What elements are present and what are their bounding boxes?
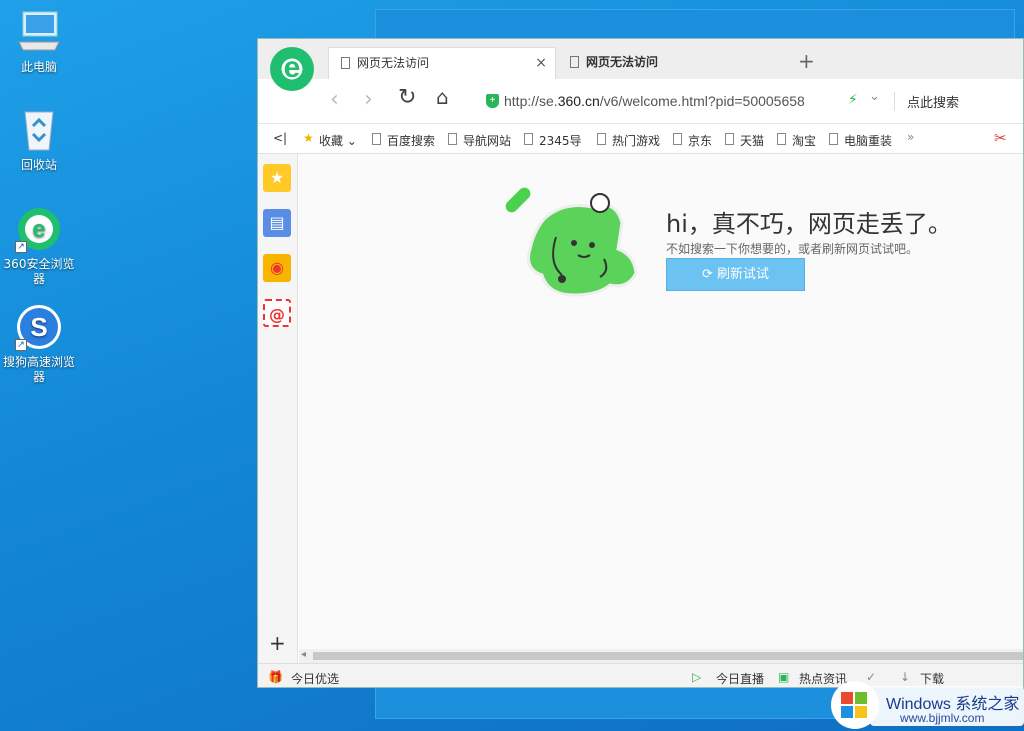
status-today-picks[interactable]: 今日优选 [291, 670, 339, 687]
chevron-down-icon[interactable]: ⌄ [869, 89, 880, 104]
home-button[interactable]: ⌂ [436, 85, 449, 109]
360-browser-logo-icon[interactable]: e [270, 47, 314, 91]
url-domain: 360.cn [557, 93, 600, 109]
status-live[interactable]: 今日直播 [716, 670, 764, 687]
play-icon: ▷ [692, 670, 702, 684]
favorite-label: 导航网站 [463, 134, 512, 148]
favorites-toggle[interactable]: <| [273, 131, 287, 145]
gift-icon: 🎁 [268, 670, 283, 684]
more-favorites-button[interactable]: » [907, 130, 914, 144]
page-icon [777, 133, 786, 145]
watermark: Windows 系统之家 www.bjjmlv.com [830, 678, 1024, 731]
refresh-icon: ⟳ [701, 267, 713, 282]
sidebar-add-button[interactable]: + [269, 631, 286, 655]
retry-button[interactable]: ⟳ 刷新试试 [666, 258, 805, 291]
favorite-label: 天猫 [740, 134, 765, 148]
favorite-item[interactable]: 京东 [673, 132, 712, 149]
page-icon [524, 133, 533, 145]
refresh-button[interactable]: ↻ [398, 85, 416, 110]
desktop-icon-recycle-bin[interactable]: 回收站 [1, 106, 77, 173]
desktop-icon-this-pc[interactable]: 此电脑 [1, 8, 77, 75]
tab-active[interactable]: 网页无法访问 × [328, 47, 556, 79]
close-tab-icon[interactable]: × [535, 48, 547, 78]
favorite-label: 京东 [688, 134, 713, 148]
favorites-menu[interactable]: ★ 收藏 ⌄ [303, 131, 357, 149]
tab-bar: e 网页无法访问 × 网页无法访问 + [258, 39, 1023, 91]
retry-label: 刷新试试 [717, 267, 770, 282]
favorite-item[interactable]: 天猫 [725, 132, 764, 149]
speed-mode-icon[interactable]: ⚡ [848, 92, 858, 108]
page-content: hi，真不巧，网页走丢了。 不如搜索一下你想要的，或者刷新网页试试吧。 ⟳ 刷新… [299, 154, 1023, 649]
favorite-item[interactable]: 导航网站 [448, 132, 511, 149]
360-browser-icon: e ↗ [15, 205, 63, 253]
favorite-label: 淘宝 [792, 134, 817, 148]
favorite-item[interactable]: 2345导 [524, 132, 582, 149]
favorite-label: 收藏 [319, 134, 344, 148]
tab-second[interactable]: 网页无法访问 [558, 47, 784, 79]
tab-label: 网页无法访问 [357, 56, 430, 70]
error-mascot-illustration [504, 179, 654, 299]
url-suffix: /v6/welcome.html?pid=50005658 [599, 93, 805, 109]
star-icon: ★ [303, 131, 314, 145]
favorite-label: 2345导 [539, 134, 582, 148]
new-tab-button[interactable]: + [798, 49, 815, 73]
error-subtitle: 不如搜索一下你想要的，或者刷新网页试试吧。 [666, 242, 919, 256]
forward-button[interactable]: › [364, 87, 373, 112]
shortcut-arrow-icon: ↗ [15, 241, 27, 253]
desktop-icon-label: 360安全浏览器 [3, 257, 75, 286]
url-prefix: http://se. [504, 93, 558, 109]
page-icon [829, 133, 838, 145]
horizontal-scrollbar[interactable]: ◂ [299, 649, 1023, 663]
browser-window: e 网页无法访问 × 网页无法访问 + ‹ › ↻ ⌂ + http://se.… [257, 38, 1024, 688]
security-shield-icon: + [486, 94, 499, 108]
page-icon [673, 133, 682, 145]
address-toolbar: ‹ › ↻ ⌂ + http://se.360.cn/v6/welcome.ht… [258, 79, 1023, 124]
sogou-browser-icon: S ↗ [15, 303, 63, 351]
url-field[interactable]: + http://se.360.cn/v6/welcome.html?pid=5… [482, 88, 890, 114]
mail-icon[interactable]: @ [263, 299, 291, 327]
page-icon [725, 133, 734, 145]
favorite-item[interactable]: 热门游戏 [597, 132, 660, 149]
weibo-icon[interactable]: ◉ [263, 254, 291, 282]
desktop-icon-360-browser[interactable]: e ↗ 360安全浏览器 [1, 205, 77, 287]
sidebar: ★ ▤ ◉ @ + [258, 154, 298, 663]
favorite-label: 百度搜索 [387, 134, 436, 148]
favorite-item[interactable]: 电脑重装 [829, 132, 892, 149]
scrollbar-thumb[interactable] [313, 652, 1023, 660]
error-title: hi，真不巧，网页走丢了。 [666, 210, 952, 238]
page-icon [570, 56, 579, 68]
search-button[interactable]: 点此搜索 [894, 92, 959, 111]
news-icon[interactable]: ▤ [263, 209, 291, 237]
desktop-icon-label: 回收站 [20, 158, 57, 172]
page-icon [597, 133, 606, 145]
back-button[interactable]: ‹ [330, 87, 339, 112]
page-icon [372, 133, 381, 145]
scroll-left-arrow-icon[interactable]: ◂ [301, 649, 306, 660]
news-small-icon: ▣ [778, 670, 790, 684]
page-icon [341, 57, 350, 69]
favorites-star-icon[interactable]: ★ [263, 164, 291, 192]
tab-label: 网页无法访问 [586, 55, 659, 69]
favorite-item[interactable]: 百度搜索 [372, 132, 435, 149]
computer-icon [15, 8, 63, 56]
shortcut-arrow-icon: ↗ [15, 339, 27, 351]
desktop-icon-sogou-browser[interactable]: S ↗ 搜狗高速浏览器 [1, 303, 77, 385]
favorite-label: 热门游戏 [612, 134, 661, 148]
watermark-url: www.bjjmlv.com [900, 711, 985, 725]
svg-text:e: e [32, 216, 45, 243]
desktop-icon-label: 搜狗高速浏览器 [2, 355, 75, 384]
favorite-label: 电脑重装 [844, 134, 893, 148]
favorite-item[interactable]: 淘宝 [777, 132, 816, 149]
favorites-bar: <| ★ 收藏 ⌄ 百度搜索 导航网站 2345导 热门游戏 京东 天猫 淘宝 … [258, 124, 1023, 154]
scissors-icon[interactable]: ✂ [994, 129, 1007, 147]
desktop-icon-label: 此电脑 [20, 60, 57, 74]
page-icon [448, 133, 457, 145]
svg-text:S: S [30, 312, 47, 342]
recycle-bin-icon [15, 106, 63, 154]
